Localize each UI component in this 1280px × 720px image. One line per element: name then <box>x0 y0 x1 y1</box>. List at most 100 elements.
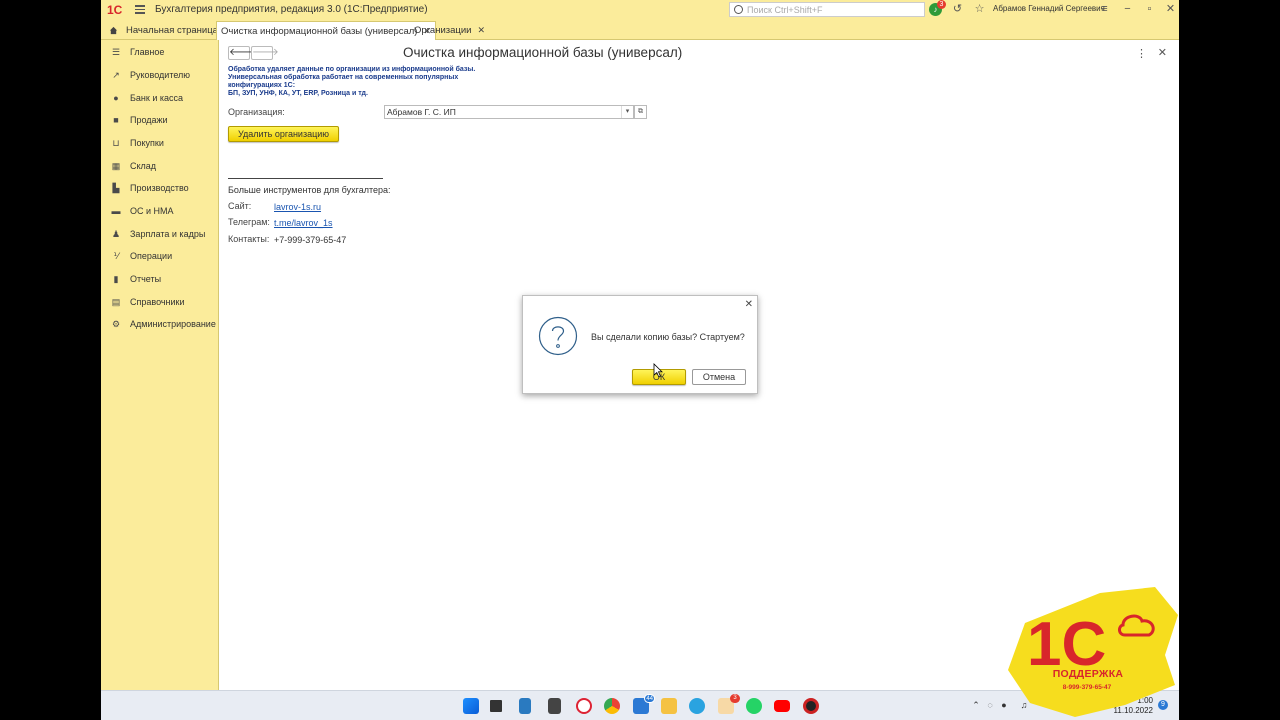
sidebar-item-salary[interactable]: ♟ Зарплата и кадры <box>101 226 219 242</box>
mouse-cursor-icon <box>653 363 663 378</box>
calculator-icon[interactable] <box>548 698 561 714</box>
sidebar-item-label: Банк и касса <box>130 93 183 103</box>
sidebar-item-admin[interactable]: ⚙ Администрирование <box>101 316 219 332</box>
chart-icon: ▮ <box>113 274 119 284</box>
tab-label: Организации <box>414 25 472 36</box>
youtube-icon[interactable] <box>774 700 790 712</box>
sidebar-item-main[interactable]: ☰ Главное <box>101 44 219 60</box>
explorer-icon[interactable] <box>661 698 677 714</box>
app-badge: 3 <box>730 694 740 703</box>
operations-icon: ⅟ <box>113 251 119 261</box>
search-input[interactable]: Поиск Ctrl+Shift+F <box>729 2 925 17</box>
truck-icon: ▬ <box>111 206 121 216</box>
organization-field[interactable]: Абрамов Г. С. ИП ▾ <box>384 105 634 119</box>
divider <box>228 178 383 179</box>
telegram-label: Телеграм: <box>228 217 270 227</box>
tab-home[interactable]: Начальная страница <box>105 21 222 40</box>
app-logo: 1С <box>107 2 123 17</box>
site-link[interactable]: lavrov-1s.ru <box>274 202 321 212</box>
back-button[interactable]: 🡐 <box>228 46 256 60</box>
sidebar-item-bank[interactable]: ● Банк и касса <box>101 90 219 106</box>
info-line: конфигурациях 1С: <box>228 82 296 89</box>
delete-organization-button[interactable]: Удалить организацию <box>228 126 339 142</box>
ruble-icon: ● <box>113 93 119 103</box>
support-label: ПОДДЕРЖКА <box>1052 668 1124 680</box>
more-tools-text: Больше инструментов для бухгалтера: <box>228 185 391 195</box>
telegram-icon[interactable] <box>689 698 705 714</box>
tab-label: Очистка информационной базы (универсал) <box>221 25 418 37</box>
menu-icon: ☰ <box>111 47 121 57</box>
close-form-icon[interactable]: ✕ <box>1158 46 1167 59</box>
task-view-icon[interactable] <box>490 700 502 712</box>
page-title: Очистка информационной базы (универсал) <box>403 45 683 60</box>
notepad-icon[interactable] <box>519 698 531 714</box>
info-line: Универсальная обработка работает на совр… <box>228 74 459 81</box>
app-title: Бухгалтерия предприятия, редакция 3.0 (1… <box>155 4 428 15</box>
more-menu-icon[interactable]: ⋮ <box>1136 47 1147 60</box>
cancel-button[interactable]: Отмена <box>692 369 746 385</box>
sidebar-item-label: Главное <box>130 47 165 57</box>
sidebar-item-sales[interactable]: ■ Продажи <box>101 112 219 128</box>
info-text: Обработка удаляет данные по организации … <box>228 66 488 98</box>
sidebar-item-manager[interactable]: ↗ Руководителю <box>101 67 219 83</box>
tab-organizations[interactable]: Организации ✕ <box>410 21 489 40</box>
question-icon <box>538 316 578 356</box>
snipping-icon[interactable] <box>576 698 592 714</box>
tab-bar: Начальная страница Очистка информационно… <box>101 19 1179 40</box>
sidebar-item-operations[interactable]: ⅟ Операции <box>101 248 219 264</box>
star-icon[interactable]: ☆ <box>973 3 986 16</box>
tab-label: Начальная страница <box>126 25 218 36</box>
notifications-badge: 3 <box>937 0 946 9</box>
organization-label: Организация: <box>228 107 285 117</box>
info-line: БП, ЗУП, УНФ, КА, УТ, ERP, Розница и тд. <box>228 90 368 97</box>
maximize-icon[interactable]: ▫ <box>1143 3 1156 16</box>
sidebar-item-label: ОС и НМА <box>130 206 174 216</box>
confirm-dialog: ✕ Вы сделали копию базы? Стартуем? ОК От… <box>522 295 758 394</box>
site-label: Сайт: <box>228 201 252 211</box>
sidebar-item-assets[interactable]: ▬ ОС и НМА <box>101 203 219 219</box>
tray-network-icon[interactable]: ◌ <box>985 700 995 710</box>
chevron-down-icon[interactable]: ▾ <box>621 106 633 118</box>
forward-button[interactable]: 🡒 <box>251 46 279 60</box>
sidebar-item-label: Руководителю <box>130 70 191 80</box>
close-dialog-icon[interactable]: ✕ <box>745 299 753 310</box>
settings-lines-icon[interactable]: ≡ <box>1098 3 1111 16</box>
bag-icon: ■ <box>113 115 119 125</box>
sidebar-item-label: Производство <box>130 183 189 193</box>
main-menu-icon[interactable] <box>135 3 145 16</box>
1c-app-icon[interactable]: 3 <box>718 694 740 714</box>
sidebar-item-label: Склад <box>130 161 157 171</box>
chrome-icon[interactable] <box>604 698 620 714</box>
contacts-label: Контакты: <box>228 234 270 244</box>
gear-icon: ⚙ <box>111 319 121 329</box>
tray-chevron-icon[interactable]: ⌃ <box>971 700 981 710</box>
mail-badge: 44 <box>644 694 655 703</box>
title-bar: 1С Бухгалтерия предприятия, редакция 3.0… <box>101 0 1179 19</box>
mail-icon[interactable]: 44 <box>633 694 655 714</box>
close-window-icon[interactable]: ✕ <box>1164 3 1177 16</box>
sidebar-item-label: Продажи <box>130 115 168 125</box>
search-icon <box>734 5 743 14</box>
sidebar-item-reports[interactable]: ▮ Отчеты <box>101 271 219 287</box>
whatsapp-icon[interactable] <box>746 698 762 714</box>
tab-cleanup[interactable]: Очистка информационной базы (универсал) … <box>216 21 437 40</box>
telegram-link[interactable]: t.me/lavrov_1s <box>274 218 333 228</box>
warehouse-icon: ▦ <box>111 161 121 171</box>
minimize-icon[interactable]: − <box>1121 3 1134 16</box>
info-line: Обработка удаляет данные по организации … <box>228 66 476 73</box>
sidebar-item-label: Покупки <box>130 138 164 148</box>
windows-start-icon[interactable] <box>463 698 479 714</box>
support-logo: 1С <box>1008 587 1178 717</box>
history-icon[interactable]: ↺ <box>951 3 964 16</box>
close-tab-icon[interactable]: ✕ <box>477 25 485 36</box>
organization-value: Абрамов Г. С. ИП <box>387 107 456 117</box>
sidebar-item-warehouse[interactable]: ▦ Склад <box>101 158 219 174</box>
sidebar-item-purchases[interactable]: ⊔ Покупки <box>101 135 219 151</box>
sidebar-item-production[interactable]: ▙ Производство <box>101 180 219 196</box>
record-icon[interactable] <box>803 698 819 714</box>
user-name[interactable]: Абрамов Геннадий Сергеевич <box>993 4 1105 13</box>
contacts-value: +7-999-379-65-47 <box>274 235 347 245</box>
sidebar-item-catalogs[interactable]: ▤ Справочники <box>101 294 219 310</box>
sidebar-item-label: Справочники <box>130 297 185 307</box>
open-icon[interactable]: ⧉ <box>634 105 647 119</box>
